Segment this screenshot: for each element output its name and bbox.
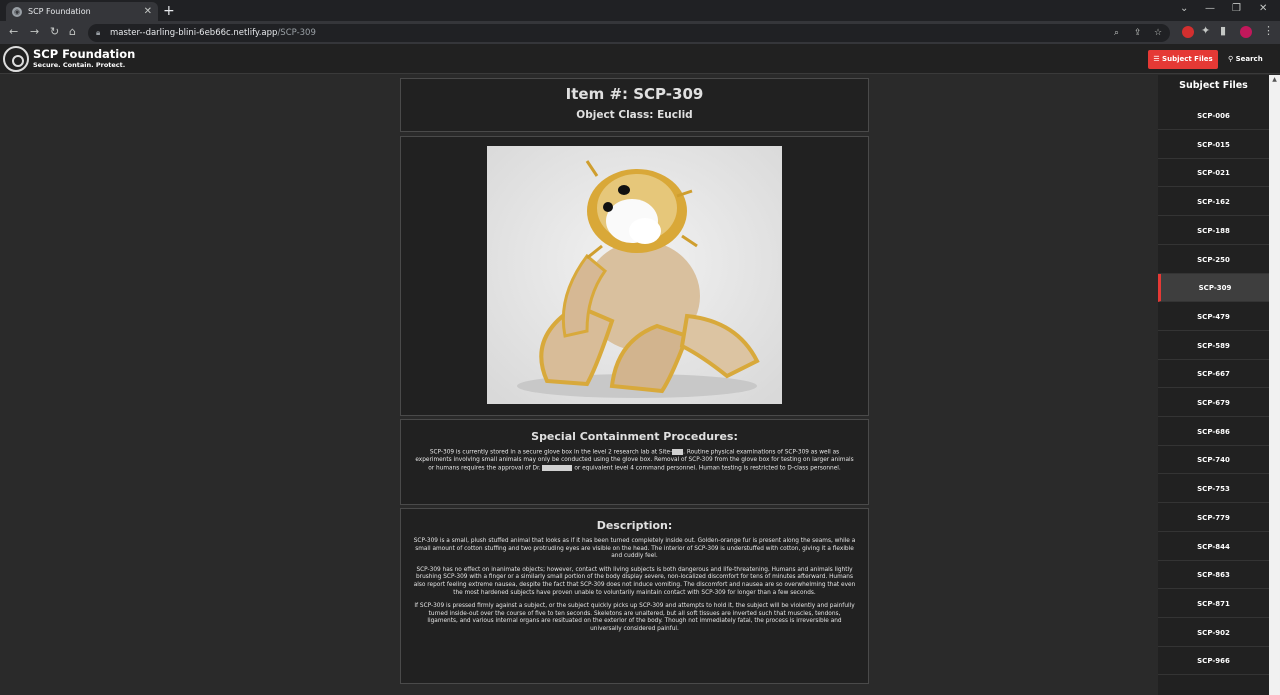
site-favicon-icon: ◉: [12, 6, 22, 17]
scp-logo-icon[interactable]: [3, 46, 29, 72]
browser-menu-icon[interactable]: ⋮: [1263, 24, 1274, 37]
subject-files-button[interactable]: ☰ Subject Files: [1148, 50, 1218, 69]
sidebar-item-scp-863[interactable]: SCP-863: [1158, 561, 1269, 590]
zoom-icon[interactable]: ⌕: [1114, 24, 1119, 42]
redacted-block: [672, 449, 684, 455]
containment-text: SCP-309 is currently stored in a secure …: [401, 449, 868, 473]
site-header: SCP Foundation Secure. Contain. Protect.: [0, 44, 1280, 74]
sidebar-item-scp-015[interactable]: SCP-015: [1158, 131, 1269, 159]
search-button[interactable]: ⚲ Search: [1228, 50, 1263, 69]
minimize-icon[interactable]: —: [1205, 3, 1215, 14]
sidebar-item-scp-309[interactable]: SCP-309: [1158, 274, 1269, 303]
browser-tabbar: ◉ SCP Foundation ✕ + ⌄ — ❐ ✕: [0, 0, 1280, 21]
side-panel-icon[interactable]: ▮: [1220, 24, 1226, 37]
sidebar-item-scp-740[interactable]: SCP-740: [1158, 446, 1269, 475]
address-bar[interactable]: 🔒︎ master--darling-blini-6eb66c.netlify.…: [88, 24, 1170, 42]
subject-files-label: Subject Files: [1162, 55, 1213, 63]
window-close-icon[interactable]: ✕: [1259, 3, 1267, 14]
sidebar-item-scp-679[interactable]: SCP-679: [1158, 389, 1269, 417]
sidebar-item-scp-844[interactable]: SCP-844: [1158, 533, 1269, 561]
sidebar-item-scp-966[interactable]: SCP-966: [1158, 647, 1269, 676]
sidebar-item-scp-479[interactable]: SCP-479: [1158, 303, 1269, 331]
extension-icon[interactable]: [1182, 26, 1194, 38]
sidebar-item-scp-902[interactable]: SCP-902: [1158, 619, 1269, 647]
sidebar-item-scp-188[interactable]: SCP-188: [1158, 217, 1269, 245]
search-label: Search: [1235, 55, 1263, 63]
description-paragraph-1: SCP-309 is a small, plush stuffed animal…: [413, 538, 856, 560]
sidebar-item-scp-779[interactable]: SCP-779: [1158, 504, 1269, 532]
tab-title: SCP Foundation: [28, 7, 91, 16]
redacted-block: [542, 464, 573, 471]
sidebar-heading: Subject Files: [1179, 80, 1248, 91]
scp-309-photo: [487, 146, 782, 404]
site-brand[interactable]: SCP Foundation: [33, 47, 135, 61]
item-title-panel: Item #: SCP-309 Object Class: Euclid: [400, 78, 869, 132]
page-scrollbar[interactable]: ▲: [1269, 75, 1280, 695]
description-paragraph-3: If SCP-309 is pressed firmly against a s…: [414, 603, 855, 632]
search-icon: ⚲: [1228, 55, 1236, 63]
tab-search-icon[interactable]: ⌄: [1180, 3, 1188, 14]
sidebar-item-scp-686[interactable]: SCP-686: [1158, 418, 1269, 446]
browser-tab[interactable]: ◉ SCP Foundation ✕: [6, 2, 158, 21]
description-paragraph-2: SCP-309 has no effect on inanimate objec…: [413, 566, 856, 596]
sidebar-item-scp-871[interactable]: SCP-871: [1158, 590, 1269, 618]
share-icon[interactable]: ⇪: [1134, 24, 1142, 42]
bookmark-star-icon[interactable]: ☆: [1154, 24, 1162, 42]
back-icon[interactable]: ←: [9, 25, 18, 38]
sidebar-item-scp-006[interactable]: SCP-006: [1158, 102, 1269, 130]
home-icon[interactable]: ⌂: [69, 25, 76, 38]
sidebar-item-scp-250[interactable]: SCP-250: [1158, 246, 1269, 274]
scroll-up-icon[interactable]: ▲: [1269, 75, 1280, 85]
close-tab-icon[interactable]: ✕: [144, 6, 152, 17]
object-class: Object Class: Euclid: [576, 109, 693, 121]
extensions-puzzle-icon[interactable]: ✦: [1201, 24, 1210, 37]
lock-icon: 🔒︎: [96, 28, 101, 37]
profile-avatar[interactable]: [1240, 26, 1252, 38]
url-host: master--darling-blini-6eb66c.netlify.app: [110, 28, 278, 38]
sidebar-item-scp-162[interactable]: SCP-162: [1158, 188, 1269, 217]
restore-icon[interactable]: ❐: [1232, 3, 1241, 14]
subject-files-sidebar: Subject Files SCP-006 SCP-015 SCP-021 SCP-1…: [1158, 75, 1269, 695]
description-panel: Description: SCP-309 is a small, plush s…: [400, 508, 869, 684]
reload-icon[interactable]: ↻: [50, 25, 59, 38]
item-number: Item #: SCP-309: [565, 85, 704, 103]
sidebar-item-scp-753[interactable]: SCP-753: [1158, 475, 1269, 504]
containment-panel: Special Containment Procedures: SCP-309 …: [400, 419, 869, 505]
forward-icon[interactable]: →: [30, 25, 39, 38]
url-path: /SCP-309: [277, 28, 316, 38]
browser-toolbar: ← → ↻ ⌂ 🔒︎ master--darling-blini-6eb66c.…: [0, 21, 1280, 44]
site-tagline: Secure. Contain. Protect.: [33, 61, 126, 69]
menu-icon: ☰: [1153, 55, 1163, 63]
sidebar-item-scp-589[interactable]: SCP-589: [1158, 332, 1269, 360]
containment-heading: Special Containment Procedures:: [531, 430, 738, 443]
containment-text-part-1: SCP-309 is currently stored in a secure …: [429, 449, 673, 456]
sidebar-item-scp-667[interactable]: SCP-667: [1158, 360, 1269, 389]
new-tab-icon[interactable]: +: [163, 3, 175, 19]
containment-text-part-3: or equivalent level 4 command personnel.…: [574, 465, 841, 472]
description-heading: Description:: [596, 519, 673, 532]
sidebar-item-scp-021[interactable]: SCP-021: [1158, 159, 1269, 188]
